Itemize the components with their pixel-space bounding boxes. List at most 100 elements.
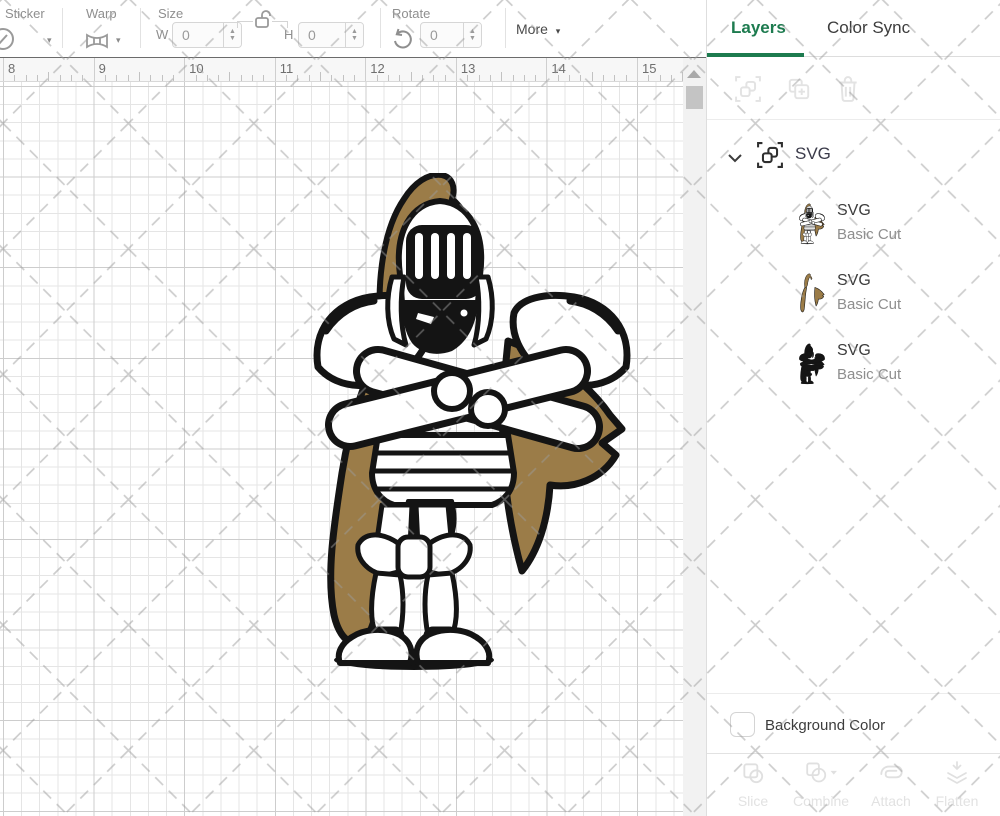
tab-layers[interactable]: Layers [731,18,786,38]
ruler-tick [614,75,615,81]
ruler-tick [150,75,151,81]
height-stepper[interactable]: ▲▼ [345,23,363,47]
width-input-group: 0 ▲▼ [172,22,242,48]
ruler-tick [660,75,661,81]
ruler-tick [139,72,140,81]
layer-subtitle: Basic Cut [837,366,901,383]
toolbar-divider [62,8,63,48]
ruler-tick [388,75,389,81]
ruler-inch-label: 11 [280,61,294,76]
ruler-tick [37,75,38,81]
ruler-tick [207,75,208,81]
sticker-section-label: Sticker [5,6,45,21]
ruler-tick [116,75,117,81]
flatten-button[interactable]: Flatten [925,760,989,809]
rotate-input-group: 0 ▲▼ [420,22,482,48]
warp-icon[interactable] [82,30,112,57]
layer-thumbnail [799,200,825,248]
rotate-stepper[interactable]: ▲▼ [463,23,481,47]
ruler-inch-label: 9 [99,61,106,76]
duplicate-layer-icon[interactable] [786,76,812,107]
slice-icon [740,760,766,786]
ruler-tick [14,75,15,81]
background-color-swatch[interactable] [730,712,755,737]
layers-toolbar [707,62,1000,120]
ruler-tick [501,72,502,81]
ruler-tick [648,75,649,81]
design-canvas[interactable] [0,82,683,816]
ruler-tick [60,75,61,81]
canvas-vertical-scrollbar[interactable] [683,58,706,816]
ruler-tick [252,75,253,81]
layer-group-row[interactable]: SVG [707,138,1000,178]
layer-thumbnail [799,340,825,388]
ruler-tick [354,75,355,81]
sticker-icon[interactable] [0,28,26,55]
ruler-tick [603,75,604,81]
ruler-tick [343,75,344,81]
lock-icon[interactable] [253,9,273,34]
chevron-down-icon[interactable] [728,150,742,168]
rotate-input[interactable]: 0 [421,23,463,47]
height-label: H [284,27,293,42]
ruler-tick [229,72,230,81]
delete-layer-icon[interactable] [836,76,860,107]
ruler-tick [162,75,163,81]
ruler-tick [196,75,197,81]
width-label: W [156,27,168,42]
ruler-tick [286,75,287,81]
height-input-group: 0 ▲▼ [298,22,364,48]
layer-subtitle: Basic Cut [837,296,901,313]
ruler-tick [524,75,525,81]
ruler-tick [569,75,570,81]
ruler-tick [433,75,434,81]
ruler-tick [297,75,298,81]
warp-section-label: Warp [86,6,117,21]
ruler-tick [445,75,446,81]
more-button[interactable]: More ▾ [516,21,560,37]
slice-button[interactable]: Slice [721,760,785,809]
ruler-tick [467,75,468,81]
knight-artwork[interactable] [312,173,632,673]
ruler-tick [82,75,83,81]
ruler-tick [535,75,536,81]
ruler-tick [580,75,581,81]
scrollbar-thumb[interactable] [686,86,703,109]
attach-button[interactable]: Attach [859,760,923,809]
height-input[interactable]: 0 [299,23,345,47]
combine-button[interactable]: Combine [789,760,853,809]
layer-row-2[interactable]: SVG Basic Cut [781,266,995,328]
rotate-icon[interactable] [390,27,414,56]
ruler-tick [399,75,400,81]
ruler-inch-label: 10 [189,61,203,76]
layer-title: SVG [837,342,871,360]
ruler-tick [377,75,378,81]
ruler-tick [320,72,321,81]
ruler-tick [173,75,174,81]
group-label: SVG [795,144,831,164]
ruler-tick [48,72,49,81]
ruler-tick [626,75,627,81]
layer-row-3[interactable]: SVG Basic Cut [781,336,995,398]
ruler-tick [71,75,72,81]
ruler-tick [128,75,129,81]
warp-dropdown-caret[interactable]: ▾ [116,35,121,46]
scroll-up-arrow-icon[interactable] [687,70,701,78]
more-label: More [516,21,548,37]
ruler-inch-label: 8 [8,61,15,76]
active-tab-underline [707,53,804,57]
ruler-tick [105,75,106,81]
top-toolbar: Sticker ▾ Warp ▾ Size W 0 ▲▼ H 0 ▲▼ Rota… [0,0,706,58]
layer-row-1[interactable]: SVG Basic Cut [781,196,995,258]
app-root: { "app": { "accent_green": "#1d7b4f", "c… [0,0,1000,816]
sticker-dropdown-caret[interactable]: ▾ [47,35,52,46]
ruler-inch-line [275,58,276,82]
width-input[interactable]: 0 [173,23,223,47]
ruler-tick [422,75,423,81]
layer-title: SVG [837,202,871,220]
layer-subtitle: Basic Cut [837,226,901,243]
group-icon [757,142,783,173]
more-caret-icon: ▾ [556,26,561,36]
group-layers-icon[interactable] [735,76,761,107]
tab-color-sync[interactable]: Color Sync [827,18,910,38]
